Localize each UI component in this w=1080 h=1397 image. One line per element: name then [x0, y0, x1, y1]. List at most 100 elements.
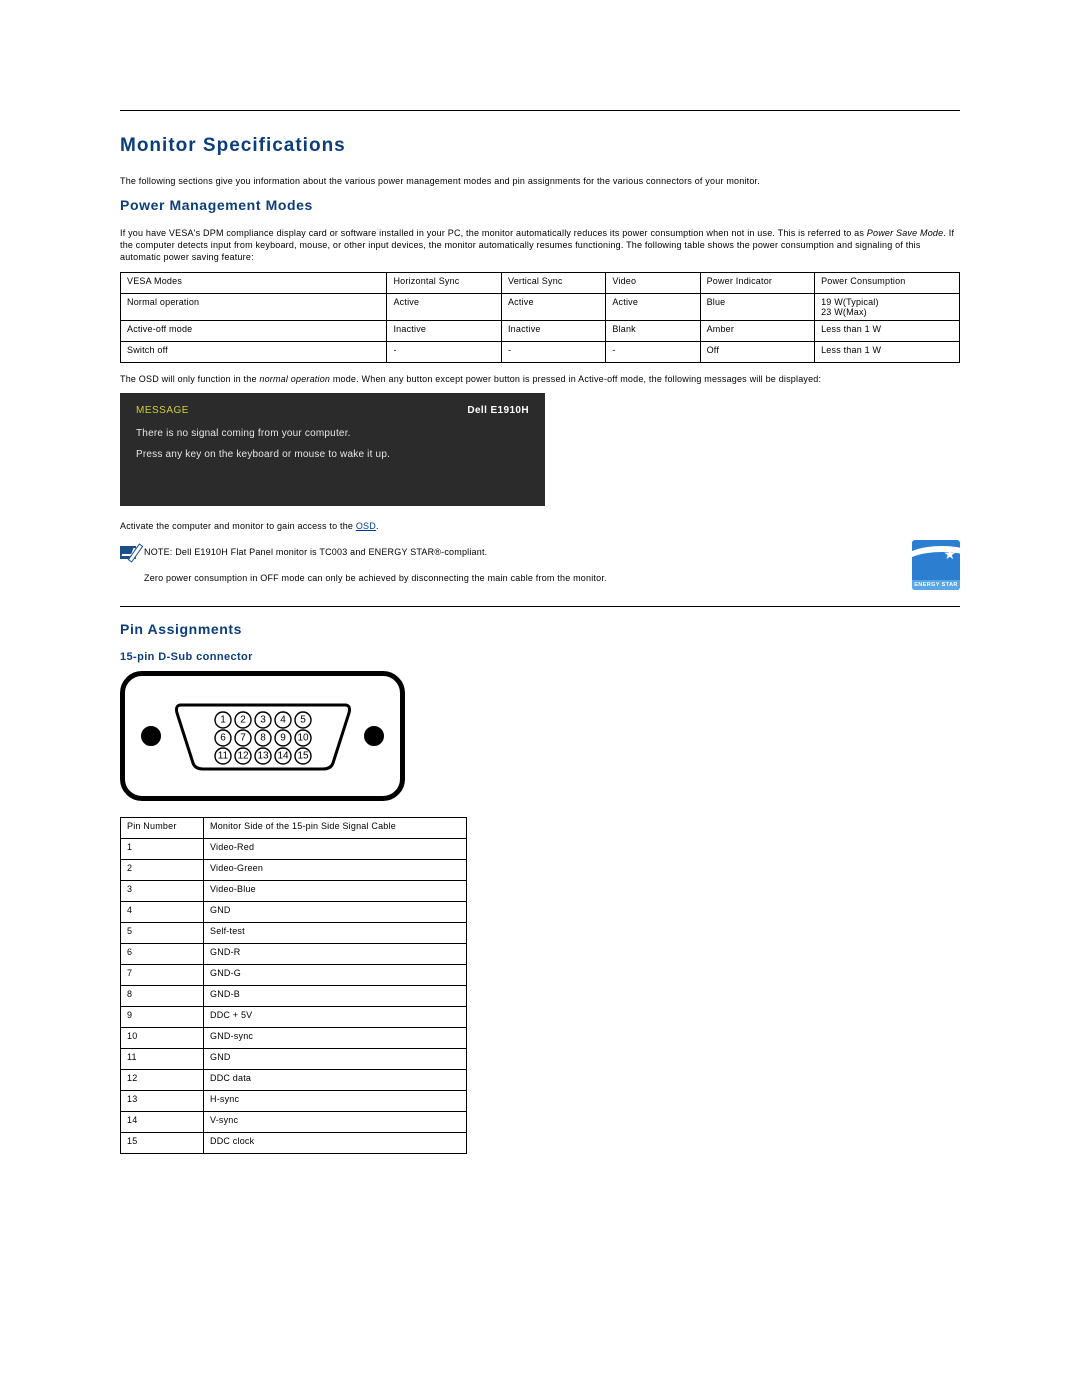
pins-heading: Pin Assignments [120, 621, 960, 637]
cell: Blank [606, 320, 700, 341]
dsub-connector-diagram: 1 2 3 4 5 6 7 8 9 10 11 12 [120, 671, 405, 801]
section-divider [120, 606, 960, 607]
note-body: Dell E1910H Flat Panel monitor is TC003 … [173, 547, 488, 557]
cell: 8 [121, 986, 204, 1007]
cell: Active [606, 293, 700, 320]
osd-note-after: mode. When any button except power butto… [330, 374, 821, 384]
svg-text:3: 3 [260, 715, 266, 726]
table-row: Active-off mode Inactive Inactive Blank … [121, 320, 960, 341]
note-and-energystar-row: NOTE: Dell E1910H Flat Panel monitor is … [120, 540, 960, 592]
col-pin-number: Pin Number [121, 818, 204, 839]
svg-text:5: 5 [300, 715, 306, 726]
col-vesa: VESA Modes [121, 272, 387, 293]
cell: 13 [121, 1091, 204, 1112]
cell: Inactive [387, 320, 502, 341]
cell: 14 [121, 1112, 204, 1133]
cell: GND [204, 902, 467, 923]
cell: Off [700, 341, 815, 362]
svg-text:10: 10 [297, 733, 309, 744]
table-row: 7GND-G [121, 965, 467, 986]
activate-before: Activate the computer and monitor to gai… [120, 521, 356, 531]
col-signal: Monitor Side of the 15-pin Side Signal C… [204, 818, 467, 839]
svg-text:4: 4 [280, 715, 286, 726]
top-divider [120, 110, 960, 111]
table-row: Switch off - - - Off Less than 1 W [121, 341, 960, 362]
pin-table: Pin Number Monitor Side of the 15-pin Si… [120, 817, 467, 1154]
svg-text:6: 6 [220, 733, 226, 744]
note-label: NOTE: [144, 547, 173, 557]
cell: Active-off mode [121, 320, 387, 341]
col-power-indicator: Power Indicator [700, 272, 815, 293]
table-row: 11GND [121, 1049, 467, 1070]
cell: 12 [121, 1070, 204, 1091]
cell: 3 [121, 881, 204, 902]
osd-note-italic: normal operation [259, 374, 330, 384]
cell: Switch off [121, 341, 387, 362]
connector-screw-left-icon [141, 726, 161, 746]
table-row: 10GND-sync [121, 1028, 467, 1049]
table-row: 8GND-B [121, 986, 467, 1007]
osd-link[interactable]: OSD [356, 521, 376, 531]
osd-model-label: Dell E1910H [467, 405, 529, 416]
cell: 4 [121, 902, 204, 923]
cell: GND-R [204, 944, 467, 965]
table-row: 12DDC data [121, 1070, 467, 1091]
osd-note-before: The OSD will only function in the [120, 374, 259, 384]
table-row: 4GND [121, 902, 467, 923]
cell: 2 [121, 860, 204, 881]
cell: Video-Blue [204, 881, 467, 902]
cell: Normal operation [121, 293, 387, 320]
connector-shell: 1 2 3 4 5 6 7 8 9 10 11 12 [173, 697, 353, 775]
col-hsync: Horizontal Sync [387, 272, 502, 293]
cell: DDC clock [204, 1133, 467, 1154]
note-icon [120, 546, 136, 559]
cell: 15 [121, 1133, 204, 1154]
table-header-row: Pin Number Monitor Side of the 15-pin Si… [121, 818, 467, 839]
svg-text:13: 13 [257, 751, 269, 762]
cell: Active [501, 293, 605, 320]
cell: 1 [121, 839, 204, 860]
svg-text:7: 7 [240, 733, 246, 744]
table-row: Normal operation Active Active Active Bl… [121, 293, 960, 320]
cell: H-sync [204, 1091, 467, 1112]
svg-text:11: 11 [217, 751, 228, 762]
table-row: 14V-sync [121, 1112, 467, 1133]
osd-message-box: MESSAGE Dell E1910H There is no signal c… [120, 393, 545, 506]
osd-line-2: Press any key on the keyboard or mouse t… [136, 449, 529, 460]
pins-subheading: 15-pin D-Sub connector [120, 651, 960, 663]
cell: 5 [121, 923, 204, 944]
cell: - [606, 341, 700, 362]
cell: GND-G [204, 965, 467, 986]
star-icon: ★ [943, 546, 956, 563]
svg-text:8: 8 [260, 733, 266, 744]
col-video: Video [606, 272, 700, 293]
cell: - [501, 341, 605, 362]
note-text: NOTE: Dell E1910H Flat Panel monitor is … [144, 546, 487, 558]
cell: Amber [700, 320, 815, 341]
cell: GND-sync [204, 1028, 467, 1049]
cell: 19 W(Typical) 23 W(Max) [815, 293, 960, 320]
svg-text:2: 2 [240, 715, 246, 726]
cell: 6 [121, 944, 204, 965]
power-para-before: If you have VESA's DPM compliance displa… [120, 228, 867, 238]
svg-text:1: 1 [220, 715, 226, 726]
activate-after: . [376, 521, 379, 531]
table-row: 3Video-Blue [121, 881, 467, 902]
svg-text:14: 14 [277, 751, 289, 762]
cell: GND [204, 1049, 467, 1070]
cell: Video-Red [204, 839, 467, 860]
power-para-italic: Power Save Mode [867, 228, 944, 238]
cell: Less than 1 W [815, 320, 960, 341]
table-row: 1Video-Red [121, 839, 467, 860]
table-row: 9DDC + 5V [121, 1007, 467, 1028]
table-row: 2Video-Green [121, 860, 467, 881]
page-content: Monitor Specifications The following sec… [0, 0, 1080, 1224]
osd-note: The OSD will only function in the normal… [120, 373, 960, 385]
cell: Video-Green [204, 860, 467, 881]
cell: GND-B [204, 986, 467, 1007]
zero-power-text: Zero power consumption in OFF mode can o… [144, 572, 902, 584]
cell: - [387, 341, 502, 362]
activate-line: Activate the computer and monitor to gai… [120, 520, 960, 532]
cell: DDC + 5V [204, 1007, 467, 1028]
table-row: 5Self-test [121, 923, 467, 944]
